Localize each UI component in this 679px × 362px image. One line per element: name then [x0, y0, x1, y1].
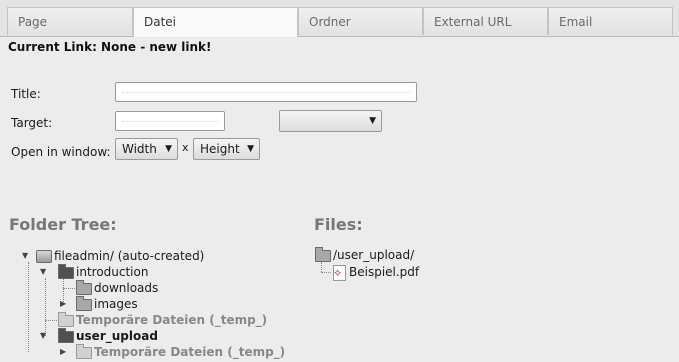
tab-datei[interactable]: Datei: [133, 7, 298, 37]
tree-node-label: introduction: [76, 265, 149, 279]
folder-icon: [58, 328, 74, 343]
width-select[interactable]: Width ▼: [115, 138, 178, 160]
tree-node-user-upload[interactable]: ▼ user_upload: [40, 328, 240, 344]
tree-connector: [28, 262, 29, 352]
tree-node-temp[interactable]: Temporäre Dateien (_temp_): [58, 312, 318, 328]
folder-icon: [76, 280, 92, 295]
folder-icon: [76, 296, 92, 311]
files-folder-path: /user_upload/: [315, 247, 515, 263]
tree-connector: [63, 288, 75, 289]
current-link-status: Current Link: None - new link!: [8, 40, 212, 54]
title-label: Title:: [11, 87, 41, 101]
target-label: Target:: [11, 116, 53, 130]
file-item-beispiel[interactable]: Beispiel.pdf: [331, 264, 481, 281]
tree-node-label: Temporäre Dateien (_temp_): [76, 313, 268, 327]
times-sign: x: [182, 141, 189, 154]
server-icon: [36, 250, 52, 263]
target-input[interactable]: [115, 111, 225, 131]
tree-node-images[interactable]: ▶ images: [60, 296, 210, 312]
tab-external-url[interactable]: External URL: [423, 7, 548, 35]
tree-node-fileadmin[interactable]: ▼ fileadmin/ (auto-created): [22, 248, 322, 264]
tree-connector: [45, 320, 57, 321]
files-folder-label: /user_upload/: [333, 248, 415, 262]
folder-icon: [58, 312, 74, 327]
pdf-icon: [333, 265, 346, 281]
tree-node-introduction[interactable]: ▼ introduction: [40, 264, 240, 280]
tab-email[interactable]: Email: [548, 7, 673, 35]
tab-ordner[interactable]: Ordner: [298, 7, 423, 35]
chevron-down-icon: ▼: [369, 116, 376, 126]
tree-node-temp-user-upload[interactable]: ▶ Temporäre Dateien (_temp_): [60, 344, 320, 360]
folder-icon: [315, 247, 331, 262]
title-input[interactable]: [115, 82, 417, 102]
chevron-down-icon: ▼: [165, 144, 172, 154]
folder-icon: [76, 344, 92, 359]
file-name: Beispiel.pdf: [349, 265, 420, 279]
target-select[interactable]: ▼: [279, 110, 382, 132]
folder-icon: [58, 264, 74, 279]
tree-node-downloads[interactable]: downloads: [76, 280, 226, 296]
collapse-icon[interactable]: ▼: [22, 248, 28, 264]
height-select[interactable]: Height ▼: [193, 138, 260, 160]
tree-node-label: user_upload: [76, 329, 158, 343]
tab-bar: Page Datei Ordner External URL Email: [0, 0, 679, 37]
expand-icon[interactable]: ▶: [60, 344, 66, 360]
collapse-icon[interactable]: ▼: [40, 264, 46, 280]
files-heading: Files:: [314, 215, 363, 234]
tree-connector: [321, 272, 331, 273]
tree-connector: [321, 262, 322, 272]
folder-tree-heading: Folder Tree:: [9, 215, 117, 234]
expand-icon[interactable]: ▶: [60, 296, 66, 312]
tree-node-label: downloads: [94, 281, 159, 295]
height-select-value: Height: [200, 142, 240, 156]
open-in-window-label: Open in window:: [11, 145, 111, 159]
chevron-down-icon: ▼: [247, 144, 254, 154]
tree-node-label: fileadmin/ (auto-created): [54, 249, 205, 263]
tree-node-label: Temporäre Dateien (_temp_): [94, 345, 286, 359]
width-select-value: Width: [122, 142, 157, 156]
tab-page[interactable]: Page: [7, 7, 133, 35]
collapse-icon[interactable]: ▼: [40, 328, 46, 344]
tree-node-label: images: [94, 297, 138, 311]
